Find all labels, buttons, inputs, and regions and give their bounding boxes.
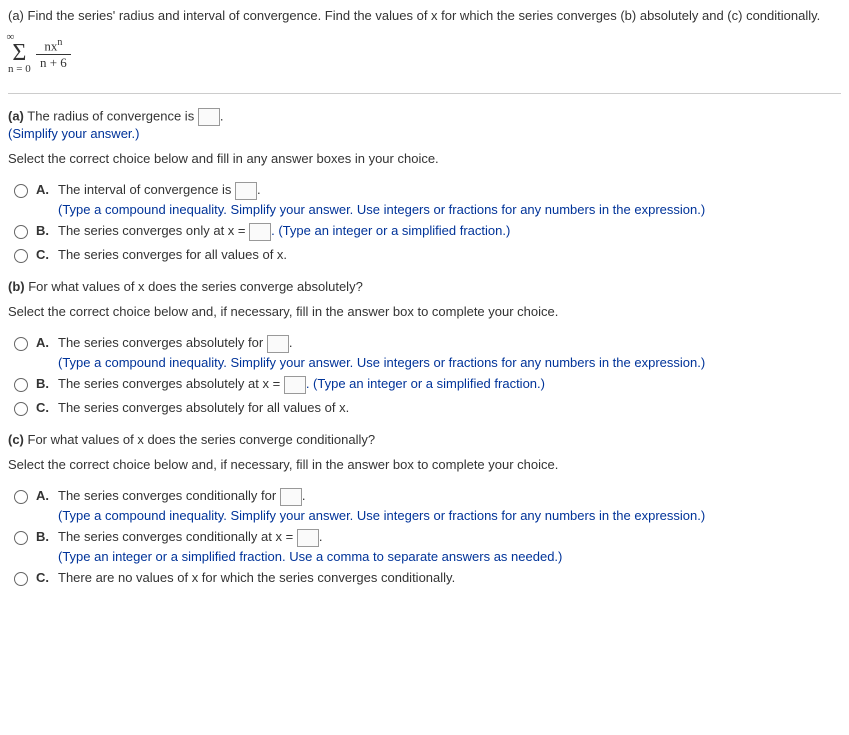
radio-b-B[interactable] [14, 378, 28, 392]
choice-letter: B. [36, 376, 52, 391]
part-a-hint: (Simplify your answer.) [8, 126, 841, 141]
choice-hint: (Type a compound inequality. Simplify yo… [58, 202, 841, 217]
radio-a-B[interactable] [14, 225, 28, 239]
part-c-choices: A. The series converges conditionally fo… [8, 488, 841, 586]
radio-c-C[interactable] [14, 572, 28, 586]
radio-b-C[interactable] [14, 402, 28, 416]
choice-hint: (Type a compound inequality. Simplify yo… [58, 355, 841, 370]
choice-letter: A. [36, 335, 52, 350]
part-b-choices: A. The series converges absolutely for .… [8, 335, 841, 416]
radio-b-A[interactable] [14, 337, 28, 351]
part-a-text: The radius of convergence is [24, 108, 198, 123]
numerator: nxn [36, 37, 71, 55]
choice-letter: B. [36, 529, 52, 544]
radio-a-A[interactable] [14, 184, 28, 198]
radio-c-B[interactable] [14, 531, 28, 545]
input-c-A[interactable] [280, 488, 302, 506]
choice-text-line1: The series converges for all values of x… [58, 247, 841, 262]
part-b-heading: (b) For what values of x does the series… [8, 279, 841, 294]
choice-letter: C. [36, 247, 52, 262]
sum-lower: n = 0 [8, 63, 31, 76]
part-c-select-text: Select the correct choice below and, if … [8, 457, 841, 472]
radius-input[interactable] [198, 108, 220, 126]
part-a-choices: A. The interval of convergence is . (Typ… [8, 182, 841, 263]
input-b-B[interactable] [284, 376, 306, 394]
series-formula: ∞ Σ n = 0 nxn n + 6 [8, 31, 841, 77]
choice-letter: C. [36, 400, 52, 415]
choice-text-line1: The series converges only at x = . (Type… [58, 223, 510, 238]
input-b-A[interactable] [267, 335, 289, 353]
choice-text-line1: The series converges conditionally at x … [58, 529, 322, 544]
part-c-heading: (c) For what values of x does the series… [8, 432, 841, 447]
part-b-select-text: Select the correct choice below and, if … [8, 304, 841, 319]
question-intro: (a) Find the series' radius and interval… [8, 8, 841, 23]
radio-a-C[interactable] [14, 249, 28, 263]
choice-text-line1: The series converges absolutely at x = .… [58, 376, 545, 391]
denominator: n + 6 [36, 55, 71, 71]
part-a-period: . [220, 108, 224, 123]
part-a-select-text: Select the correct choice below and fill… [8, 151, 841, 166]
input-a-B[interactable] [249, 223, 271, 241]
input-c-B[interactable] [297, 529, 319, 547]
choice-hint: (Type an integer or a simplified fractio… [58, 549, 841, 564]
choice-text-line1: The series converges absolutely for . [58, 335, 292, 350]
choice-letter: A. [36, 182, 52, 197]
choice-text-line1: There are no values of x for which the s… [58, 570, 841, 585]
choice-text-line1: The series converges conditionally for . [58, 488, 305, 503]
choice-text-line1: The series converges absolutely for all … [58, 400, 841, 415]
radio-c-A[interactable] [14, 490, 28, 504]
choice-letter: C. [36, 570, 52, 585]
choice-letter: A. [36, 488, 52, 503]
choice-hint: (Type a compound inequality. Simplify yo… [58, 508, 841, 523]
input-a-A[interactable] [235, 182, 257, 200]
sigma-symbol: Σ [8, 44, 31, 63]
choice-text-line1: The interval of convergence is . [58, 182, 261, 197]
choice-letter: B. [36, 223, 52, 238]
divider [8, 93, 841, 94]
part-a-label: (a) [8, 108, 24, 123]
